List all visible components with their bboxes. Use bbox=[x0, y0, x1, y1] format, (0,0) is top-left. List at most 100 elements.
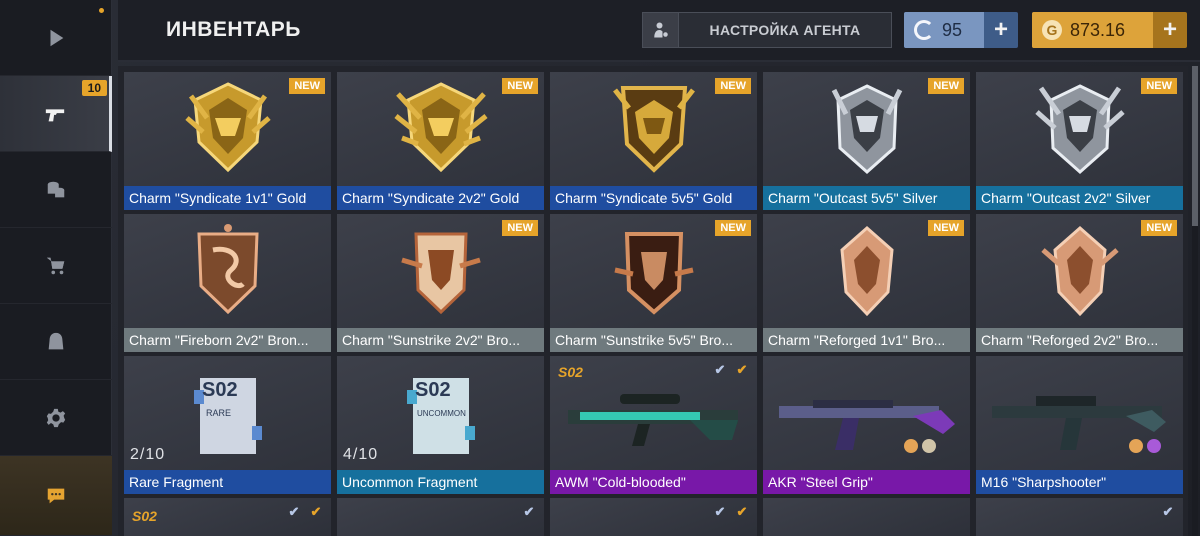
item-checks: ✔ ✔ bbox=[285, 504, 325, 520]
inventory-card[interactable]: AKR "Steel Grip" bbox=[763, 356, 970, 494]
season-tag: S02 bbox=[132, 508, 157, 524]
gear-icon bbox=[46, 408, 66, 427]
bronze-charm-icon bbox=[1040, 226, 1119, 317]
item-name: Charm "Syndicate 5v5" Gold bbox=[550, 186, 757, 210]
inventory-card[interactable]: NEW Charm "Sunstrike 5v5" Bro... bbox=[550, 214, 757, 352]
fragment-rarity-label: RARE bbox=[206, 408, 231, 418]
new-badge: NEW bbox=[289, 78, 325, 94]
gold-icon: G bbox=[1042, 20, 1062, 40]
bronze-charm-icon bbox=[839, 226, 894, 317]
item-name: Charm "Outcast 5v5" Silver bbox=[763, 186, 970, 210]
inventory-card[interactable]: S02 RARE 2/10 Rare Fragment bbox=[124, 356, 331, 494]
agent-setup-label: НАСТРОЙКА АГЕНТА bbox=[709, 22, 861, 38]
new-badge: NEW bbox=[928, 220, 964, 236]
svg-text:S02: S02 bbox=[202, 379, 238, 401]
item-name: Charm "Outcast 2v2" Silver bbox=[976, 186, 1183, 210]
inventory-card[interactable]: ✔ ✔ bbox=[550, 498, 757, 536]
gold-value: 873.16 bbox=[1070, 19, 1126, 40]
credits-display: 95 + bbox=[904, 12, 1018, 48]
check-icon: ✔ bbox=[736, 362, 748, 377]
fragment-icon: S02 RARE bbox=[193, 378, 262, 454]
assault-rifle-icon bbox=[992, 396, 1166, 453]
inventory-card[interactable]: S02 ✔ ✔ AWM "Cold-blooded" bbox=[550, 356, 757, 494]
sidebar-item-settings[interactable] bbox=[0, 380, 112, 456]
sidebar: 10 bbox=[0, 0, 112, 536]
scrollbar-thumb[interactable] bbox=[1192, 66, 1198, 226]
new-badge: NEW bbox=[928, 78, 964, 94]
inventory-card[interactable]: NEW Charm "Syndicate 1v1" Gold bbox=[124, 72, 331, 210]
inventory-card[interactable]: NEW Charm "Outcast 2v2" Silver bbox=[976, 72, 1183, 210]
page-title: ИНВЕНТАРЬ bbox=[166, 18, 301, 41]
inventory-card[interactable]: ✔ bbox=[976, 498, 1183, 536]
item-name: Charm "Sunstrike 5v5" Bro... bbox=[550, 328, 757, 352]
sidebar-item-play[interactable] bbox=[0, 0, 112, 76]
inventory-card[interactable]: S02 ✔ ✔ bbox=[124, 498, 331, 536]
inventory-card[interactable]: NEW Charm "Sunstrike 2v2" Bro... bbox=[337, 214, 544, 352]
item-name: Charm "Fireborn 2v2" Bron... bbox=[124, 328, 331, 352]
season-tag: S02 bbox=[558, 364, 583, 380]
item-name: Uncommon Fragment bbox=[337, 470, 544, 494]
sidebar-item-chat[interactable] bbox=[0, 456, 112, 536]
new-badge: NEW bbox=[502, 220, 538, 236]
inventory-card[interactable]: Charm "Fireborn 2v2" Bron... bbox=[124, 214, 331, 352]
silver-charm-icon bbox=[1034, 84, 1125, 175]
new-badge: NEW bbox=[715, 78, 751, 94]
agent-setup-icon bbox=[643, 13, 679, 47]
check-icon: ✔ bbox=[288, 504, 300, 519]
weapons-count-badge: 10 bbox=[81, 80, 107, 96]
agent-setup-button[interactable]: НАСТРОЙКА АГЕНТА bbox=[642, 12, 892, 48]
bronze-charm-icon bbox=[196, 224, 259, 315]
inventory-grid: NEW Charm "Syndicate 1v1" Gold NEW Charm… bbox=[118, 66, 1188, 536]
inventory-screen: 10 ИНВЕНТАРЬ НАСТРОЙКА АГЕНТА 95 + G 873… bbox=[0, 0, 1200, 536]
item-name: AKR "Steel Grip" bbox=[763, 470, 970, 494]
inventory-card[interactable] bbox=[763, 498, 970, 536]
svg-text:S02: S02 bbox=[415, 379, 451, 401]
item-name: Charm "Reforged 1v1" Bro... bbox=[763, 328, 970, 352]
inventory-card[interactable]: ✔ bbox=[337, 498, 544, 536]
chat-icon bbox=[47, 488, 65, 503]
inventory-card[interactable]: NEW Charm "Reforged 2v2" Bro... bbox=[976, 214, 1183, 352]
coins-icon bbox=[47, 181, 65, 197]
check-icon: ✔ bbox=[310, 504, 322, 519]
item-name: Rare Fragment bbox=[124, 470, 331, 494]
gold-display: G 873.16 + bbox=[1032, 12, 1187, 48]
item-checks: ✔ ✔ bbox=[711, 362, 751, 378]
inventory-card[interactable]: S02 UNCOMMON 4/10 Uncommon Fragment bbox=[337, 356, 544, 494]
new-badge: NEW bbox=[502, 78, 538, 94]
item-checks: ✔ bbox=[520, 504, 538, 520]
check-icon: ✔ bbox=[523, 504, 535, 519]
item-checks: ✔ bbox=[1159, 504, 1177, 520]
inventory-card[interactable]: NEW Charm "Outcast 5v5" Silver bbox=[763, 72, 970, 210]
bronze-charm-icon bbox=[400, 232, 481, 315]
inventory-card[interactable]: NEW Charm "Syndicate 5v5" Gold bbox=[550, 72, 757, 210]
check-icon: ✔ bbox=[1162, 504, 1174, 519]
check-icon: ✔ bbox=[714, 504, 726, 519]
check-icon: ✔ bbox=[736, 504, 748, 519]
silver-charm-icon bbox=[831, 84, 902, 175]
new-badge: NEW bbox=[715, 220, 751, 236]
agent-icon bbox=[48, 332, 64, 349]
inventory-card[interactable]: NEW Charm "Syndicate 2v2" Gold bbox=[337, 72, 544, 210]
new-badge: NEW bbox=[1141, 220, 1177, 236]
add-gold-button[interactable]: + bbox=[1153, 12, 1187, 48]
fragment-rarity-label: UNCOMMON bbox=[417, 409, 466, 418]
inventory-card[interactable]: NEW Charm "Reforged 1v1" Bro... bbox=[763, 214, 970, 352]
assault-rifle-icon bbox=[779, 400, 955, 453]
cart-icon bbox=[46, 257, 65, 274]
gold-charm-icon bbox=[184, 82, 271, 173]
add-credits-button[interactable]: + bbox=[984, 12, 1018, 48]
sidebar-item-agents[interactable] bbox=[0, 304, 112, 380]
notification-dot bbox=[99, 8, 104, 13]
sidebar-item-store[interactable] bbox=[0, 228, 112, 304]
item-name: Charm "Syndicate 1v1" Gold bbox=[124, 186, 331, 210]
inventory-card[interactable]: M16 "Sharpshooter" bbox=[976, 356, 1183, 494]
play-icon bbox=[50, 29, 64, 46]
sidebar-item-weapons[interactable]: 10 bbox=[0, 76, 112, 152]
sidebar-item-currency[interactable] bbox=[0, 152, 112, 228]
item-name: Charm "Reforged 2v2" Bro... bbox=[976, 328, 1183, 352]
item-name: M16 "Sharpshooter" bbox=[976, 470, 1183, 494]
fragment-count: 2/10 bbox=[130, 446, 166, 463]
item-name: Charm "Syndicate 2v2" Gold bbox=[337, 186, 544, 210]
gold-charm-icon bbox=[612, 86, 695, 173]
grid-scrollbar[interactable] bbox=[1192, 66, 1198, 536]
